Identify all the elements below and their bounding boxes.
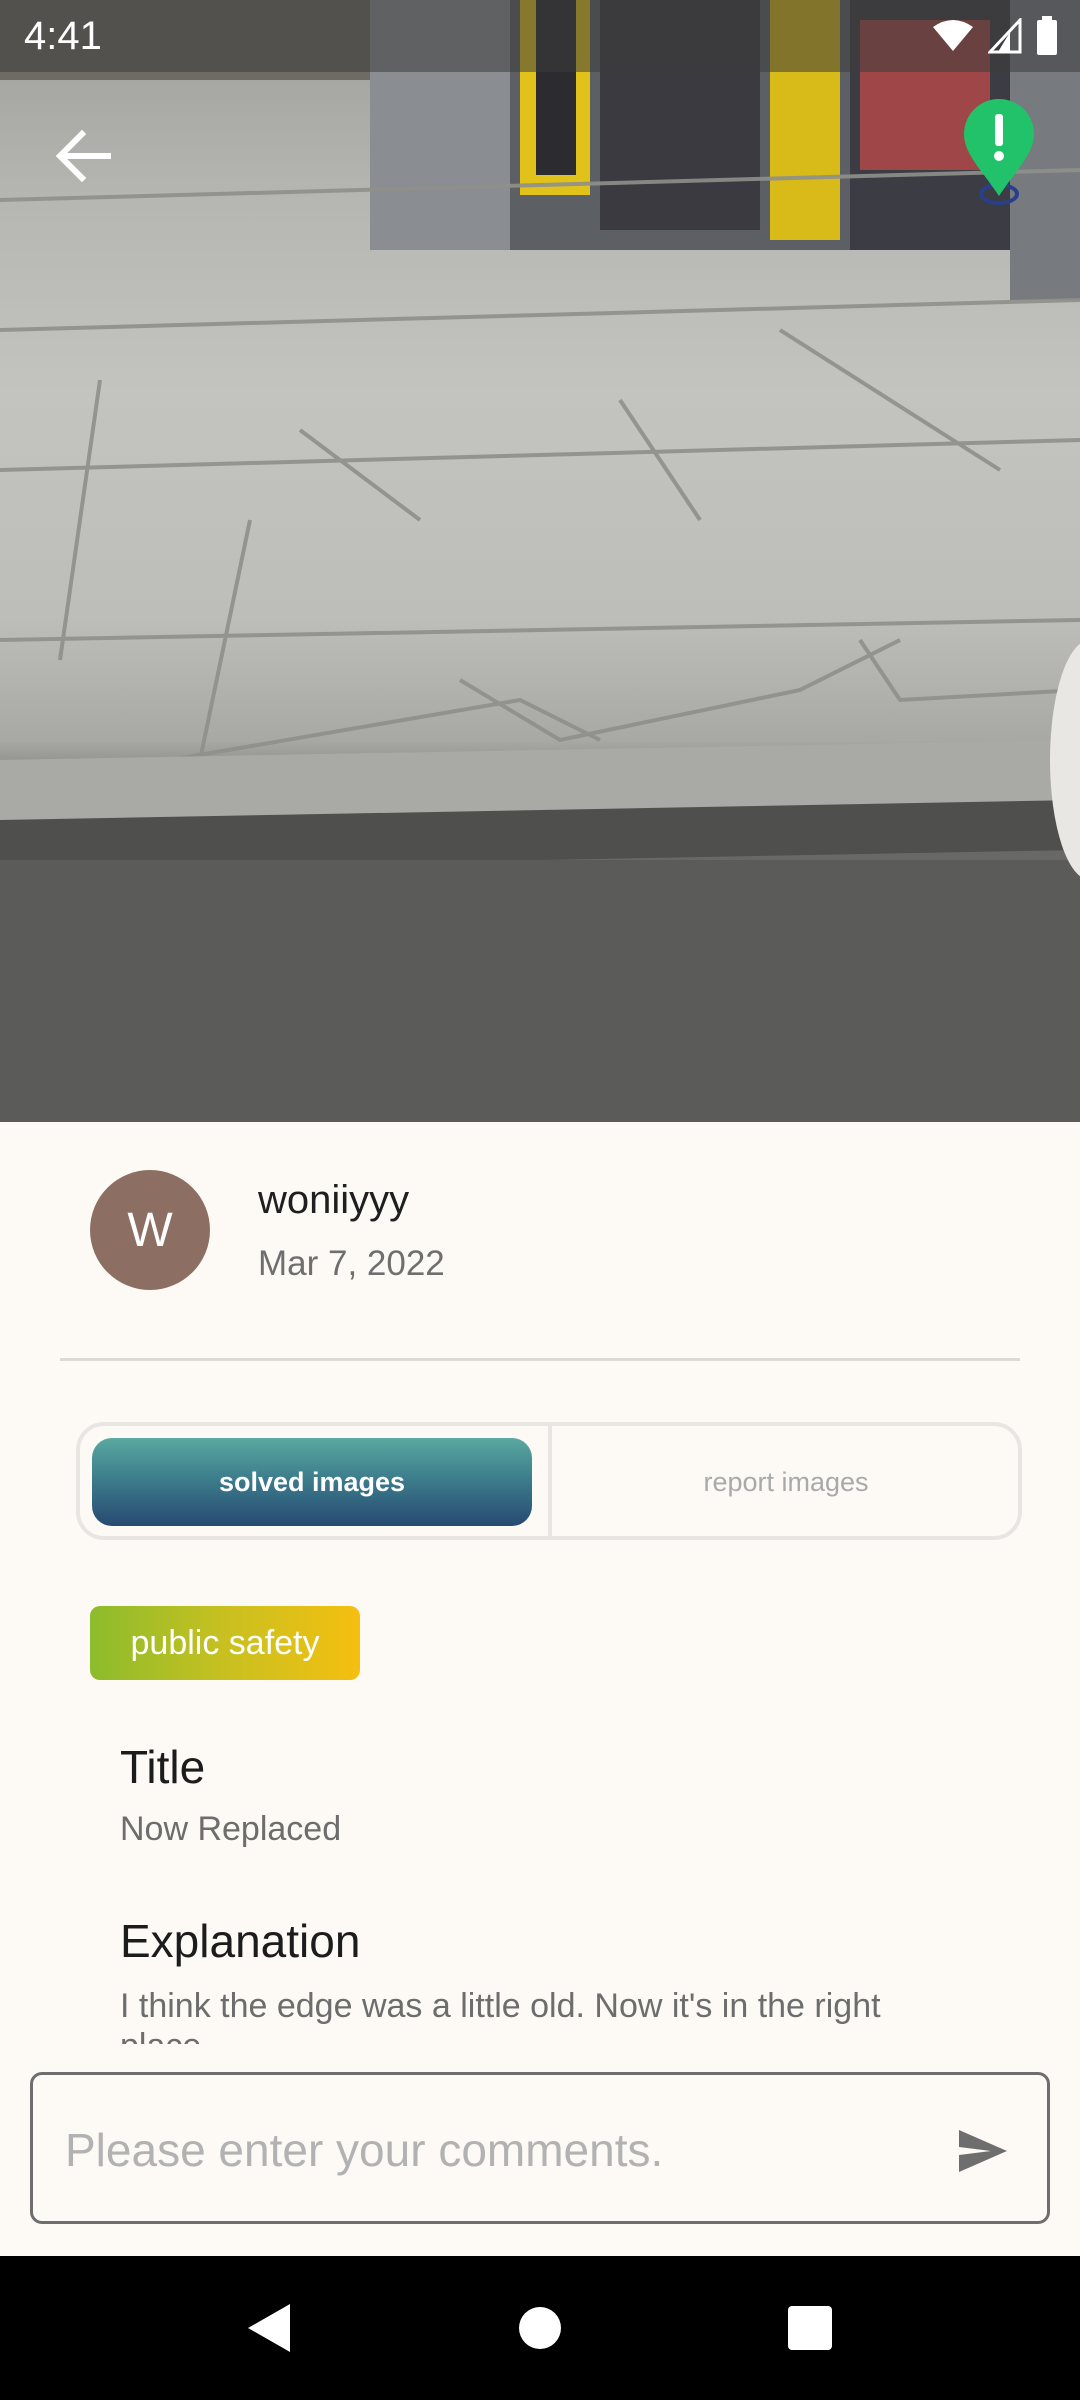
tab-report-images[interactable]: report images	[560, 1438, 1012, 1526]
nav-back-button[interactable]	[236, 2296, 300, 2360]
status-bar: 4:41	[0, 0, 1080, 72]
author-name: woniiyyy	[258, 1178, 410, 1222]
signal-icon	[988, 18, 1022, 54]
image-type-toggle: solved images report images	[76, 1422, 1022, 1540]
toggle-separator	[548, 1426, 552, 1536]
status-time: 4:41	[24, 14, 102, 58]
report-photo	[0, 0, 1080, 1122]
divider	[60, 1358, 1020, 1361]
title-label: Title	[120, 1741, 206, 1793]
back-button[interactable]	[48, 120, 120, 192]
explanation-value: I think the edge was a little old. Now i…	[120, 1987, 881, 2044]
avatar: W	[90, 1170, 210, 1290]
comment-box	[30, 2072, 1050, 2224]
arrow-back-icon	[56, 130, 111, 182]
wifi-icon	[933, 20, 973, 51]
nav-home-icon	[519, 2307, 561, 2349]
system-nav-bar	[0, 2256, 1080, 2400]
sidewalk-photo-drawing	[0, 0, 1080, 1122]
map-pin-alert-icon	[964, 99, 1034, 205]
send-icon	[959, 2130, 1007, 2172]
send-button[interactable]	[951, 2121, 1015, 2181]
nav-back-icon	[248, 2304, 290, 2352]
nav-home-button[interactable]	[508, 2296, 572, 2360]
location-pin-button[interactable]	[960, 98, 1038, 210]
explanation-label: Explanation	[120, 1915, 361, 1967]
nav-recents-icon	[788, 2306, 832, 2350]
post-date: Mar 7, 2022	[258, 1244, 445, 1283]
tab-solved-images[interactable]: solved images	[92, 1438, 532, 1526]
status-icons	[932, 16, 1058, 56]
comment-input[interactable]	[65, 2113, 925, 2187]
app-screen: 4:41 W woniiyyy Mar 7, 2022 solved image…	[0, 0, 1080, 2400]
title-value: Now Replaced	[120, 1810, 342, 1848]
battery-icon	[1037, 16, 1057, 55]
nav-recents-button[interactable]	[778, 2296, 842, 2360]
category-badge: public safety	[90, 1606, 360, 1680]
